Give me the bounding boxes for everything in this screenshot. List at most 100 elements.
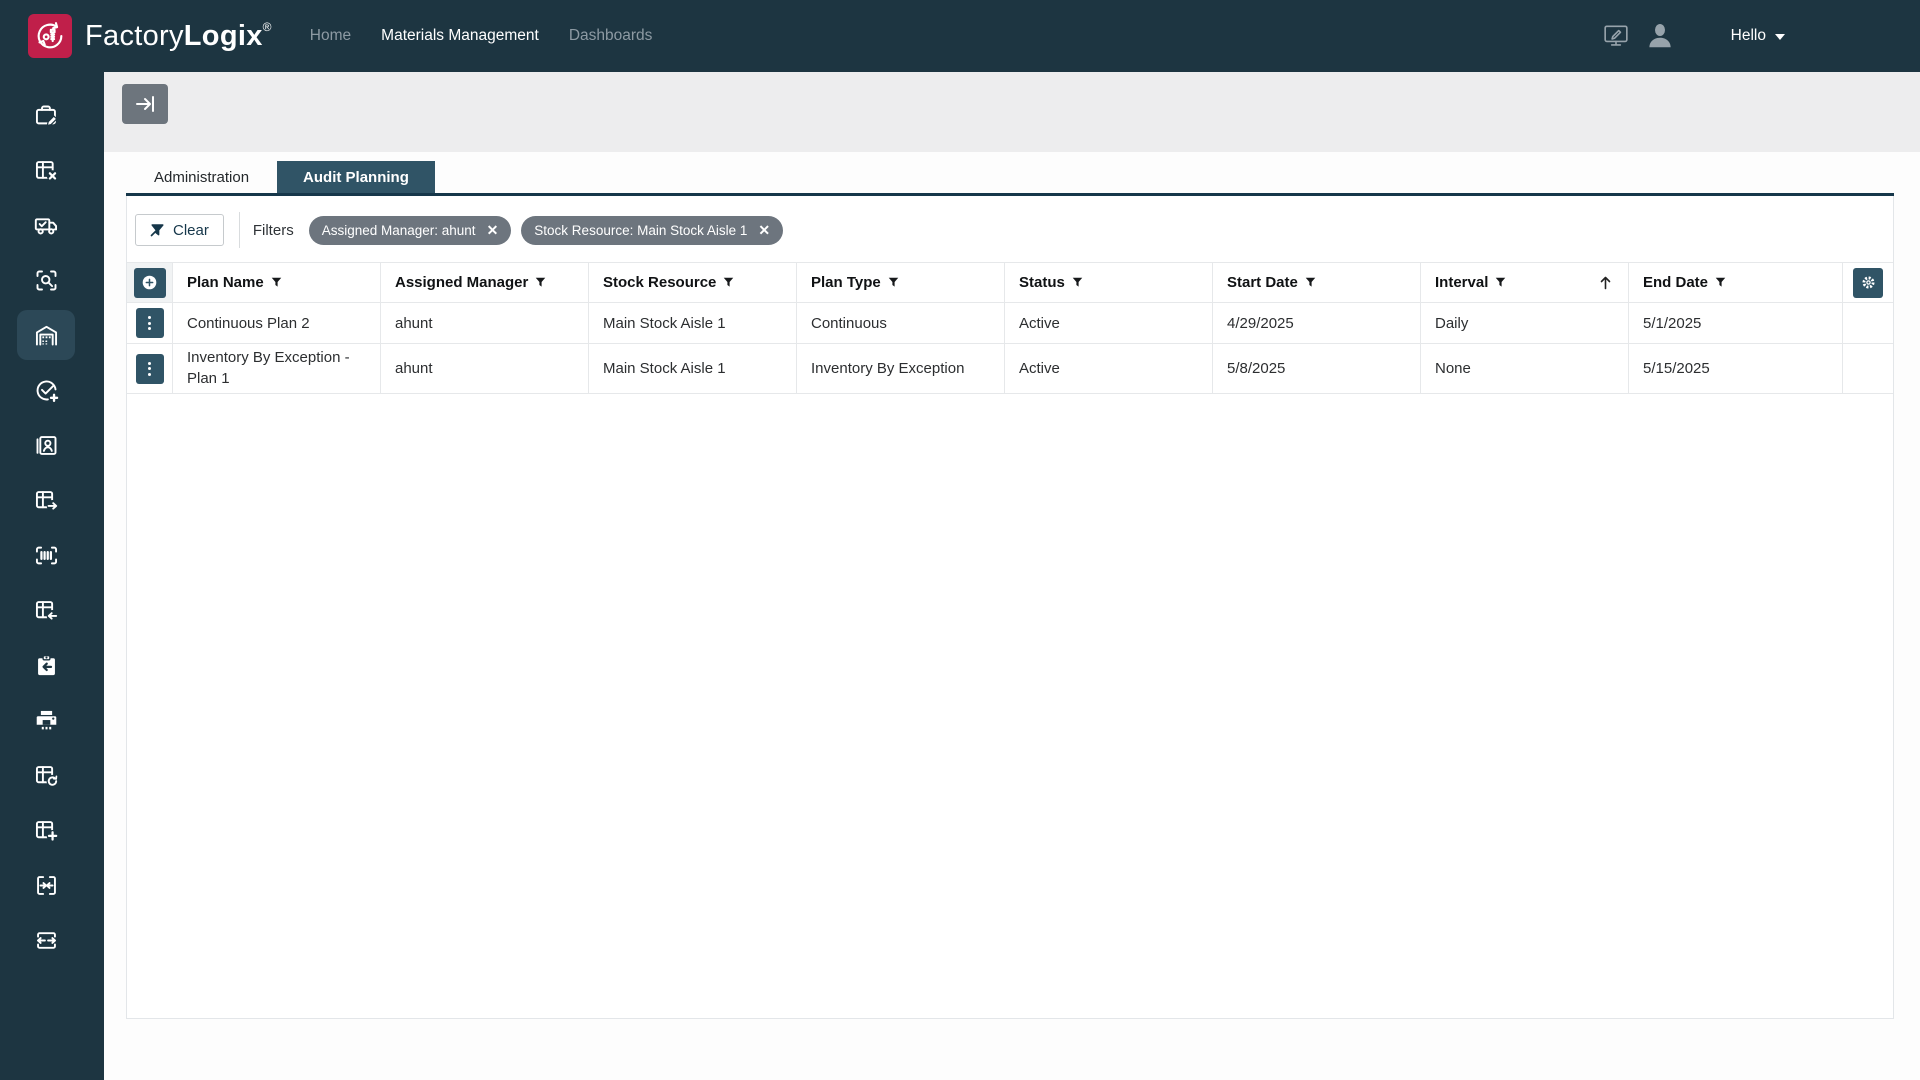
filters-label: Filters [253, 222, 294, 239]
clear-filters-button[interactable]: Clear [135, 214, 224, 246]
expand-panel-button[interactable] [122, 84, 168, 124]
user-avatar-icon[interactable] [1645, 21, 1675, 51]
filter-funnel-icon[interactable] [535, 277, 546, 288]
table-import-icon [33, 597, 60, 624]
row-menu-button[interactable] [136, 354, 164, 384]
sidebar-item-expand-columns[interactable] [17, 915, 75, 965]
expand-columns-icon [33, 927, 60, 954]
tab-administration[interactable]: Administration [126, 161, 277, 193]
col-header-interval[interactable]: Interval [1421, 263, 1629, 303]
top-navbar: FactoryLogix® Home Materials Management … [0, 0, 1920, 72]
sidebar-item-contact-card[interactable] [17, 420, 75, 470]
workstation-edit-icon[interactable] [1603, 23, 1629, 49]
filter-funnel-icon[interactable] [888, 277, 899, 288]
tab-audit-planning[interactable]: Audit Planning [277, 161, 435, 193]
nav-link-dashboards[interactable]: Dashboards [569, 27, 653, 45]
cell-plan-type: Continuous [797, 303, 1005, 344]
nav-link-materials-management[interactable]: Materials Management [381, 27, 539, 45]
sidebar-item-barcode-scan[interactable] [17, 530, 75, 580]
nav-link-home[interactable]: Home [310, 27, 351, 45]
cell-end-date: 5/1/2025 [1629, 303, 1843, 344]
col-header-status[interactable]: Status [1005, 263, 1213, 303]
cell-assigned-manager: ahunt [381, 344, 589, 394]
filter-funnel-icon[interactable] [271, 277, 282, 288]
column-settings-button[interactable] [1853, 268, 1883, 298]
user-greeting[interactable]: Hello [1731, 27, 1766, 45]
cell-text: Inventory By Exception - Plan 1 [187, 343, 380, 394]
sidebar-item-collapse-columns[interactable] [17, 860, 75, 910]
filter-clear-icon [150, 223, 165, 238]
sidebar-item-table-import[interactable] [17, 585, 75, 635]
sidebar-item-task-add[interactable] [17, 365, 75, 415]
cell-status: Active [1005, 344, 1213, 394]
filter-chip-stock-resource[interactable]: Stock Resource: Main Stock Aisle 1 ✕ [521, 216, 783, 245]
add-plan-button[interactable] [134, 268, 166, 298]
printer-icon [33, 707, 60, 734]
cell-status: Active [1005, 303, 1213, 344]
table-settings-header-cell [1843, 263, 1893, 303]
sidebar-item-table-export[interactable] [17, 475, 75, 525]
sidebar-item-work-order-edit[interactable] [17, 90, 75, 140]
sort-ascending-icon[interactable] [1599, 275, 1612, 291]
filter-chip-assigned-manager[interactable]: Assigned Manager: ahunt ✕ [309, 216, 512, 245]
gear-icon [1860, 274, 1877, 291]
col-label: End Date [1643, 274, 1708, 291]
task-add-icon [33, 377, 60, 404]
sidebar-item-clipboard-return[interactable] [17, 640, 75, 690]
filter-funnel-icon[interactable] [1495, 277, 1506, 288]
left-sidebar [0, 72, 104, 1080]
sidebar-item-table-remove[interactable] [17, 145, 75, 195]
main-content: Administration Audit Planning Clear Filt… [104, 152, 1920, 1080]
user-menu-caret-icon[interactable] [1775, 34, 1785, 40]
cell-spacer [1843, 303, 1893, 344]
col-header-plan-type[interactable]: Plan Type [797, 263, 1005, 303]
clipboard-return-icon [33, 652, 60, 679]
col-header-start-date[interactable]: Start Date [1213, 263, 1421, 303]
filter-funnel-icon[interactable] [1072, 277, 1083, 288]
cell-plan-name: Inventory By Exception - Plan 1 [173, 344, 381, 394]
shipping-truck-icon [33, 212, 60, 239]
warehouse-icon [33, 322, 60, 349]
col-label: Stock Resource [603, 274, 716, 291]
cell-start-date: 4/29/2025 [1213, 303, 1421, 344]
col-header-plan-name[interactable]: Plan Name [173, 263, 381, 303]
col-label: Status [1019, 274, 1065, 291]
col-header-stock-resource[interactable]: Stock Resource [589, 263, 797, 303]
col-header-assigned-manager[interactable]: Assigned Manager [381, 263, 589, 303]
cell-interval: Daily [1421, 303, 1629, 344]
navbar-right: Hello [1603, 0, 1785, 72]
row-menu-button[interactable] [136, 308, 164, 338]
sidebar-item-table-refresh[interactable] [17, 750, 75, 800]
primary-nav: Home Materials Management Dashboards [310, 27, 653, 45]
plus-circle-icon [140, 273, 159, 292]
table-add-icon [33, 817, 60, 844]
add-plan-header-cell [127, 263, 173, 303]
clear-label: Clear [173, 222, 209, 239]
remove-filter-icon[interactable]: ✕ [758, 223, 770, 237]
sidebar-item-scan-search[interactable] [17, 255, 75, 305]
col-label: Plan Name [187, 274, 264, 291]
sidebar-item-table-add[interactable] [17, 805, 75, 855]
cell-interval: None [1421, 344, 1629, 394]
col-label: Plan Type [811, 274, 881, 291]
contact-card-icon [33, 432, 60, 459]
sidebar-item-warehouse[interactable] [17, 310, 75, 360]
filters-row: Clear Filters Assigned Manager: ahunt ✕ … [135, 213, 1893, 247]
sidebar-item-printer[interactable] [17, 695, 75, 745]
sidebar-item-shipping-truck[interactable] [17, 200, 75, 250]
filter-funnel-icon[interactable] [723, 277, 734, 288]
app-logo[interactable] [28, 14, 72, 58]
remove-filter-icon[interactable]: ✕ [487, 223, 499, 237]
page-tabs: Administration Audit Planning [126, 161, 435, 193]
col-label: Assigned Manager [395, 274, 528, 291]
col-header-end-date[interactable]: End Date [1629, 263, 1843, 303]
factorylogix-logo-icon [33, 19, 67, 53]
brand-name: FactoryLogix® [85, 20, 272, 53]
filter-funnel-icon[interactable] [1715, 277, 1726, 288]
table-refresh-icon [33, 762, 60, 789]
filter-funnel-icon[interactable] [1305, 277, 1316, 288]
row-actions-cell [127, 344, 173, 394]
arrow-to-bar-icon [134, 93, 156, 115]
cell-spacer [1843, 344, 1893, 394]
cell-plan-name: Continuous Plan 2 [173, 303, 381, 344]
